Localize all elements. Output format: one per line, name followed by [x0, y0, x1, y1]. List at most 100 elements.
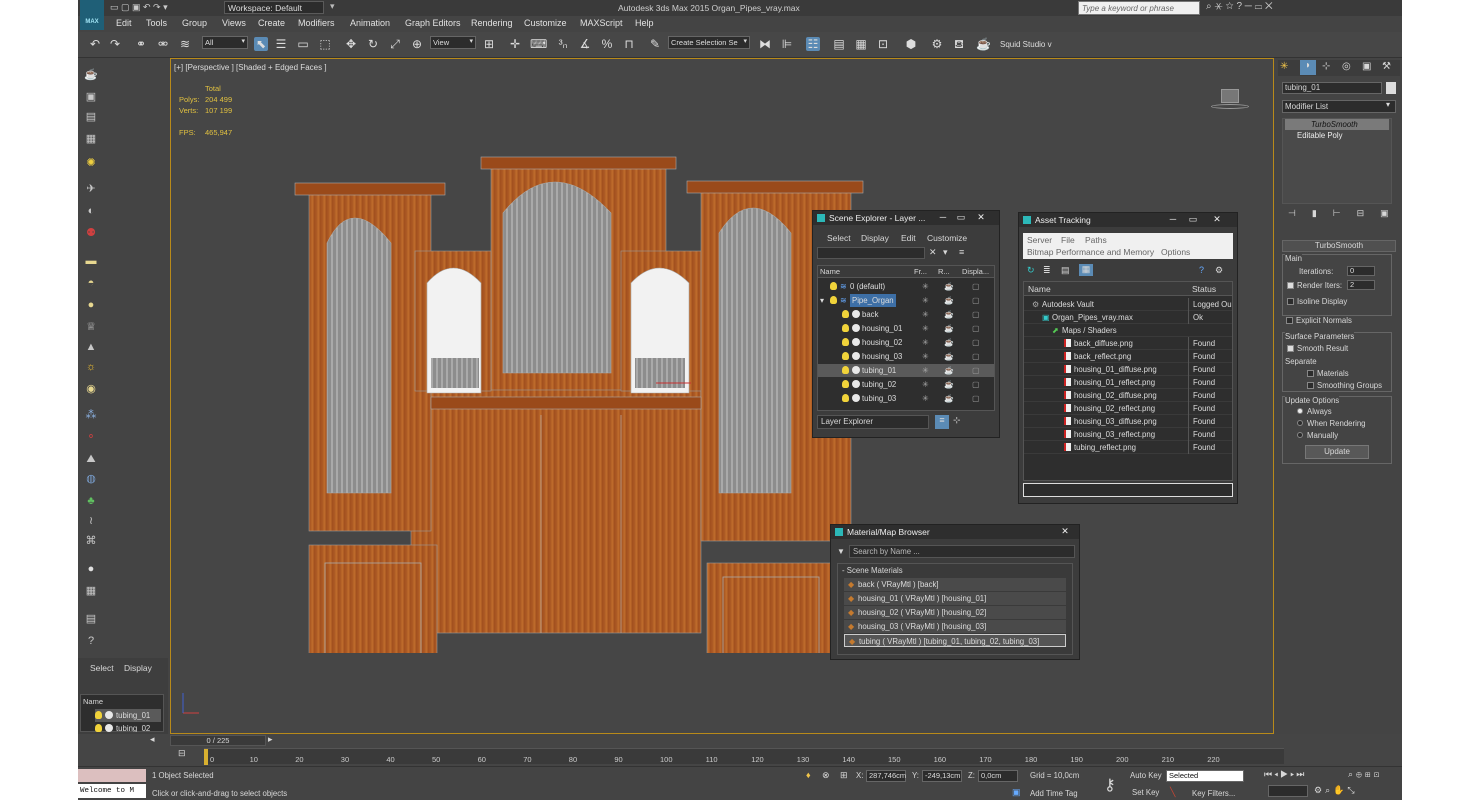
list-item[interactable]: tubing_01	[95, 709, 161, 722]
key-filter-icon[interactable]: ╲	[1170, 787, 1175, 798]
tab-select[interactable]: Select	[90, 663, 114, 673]
manually-radio[interactable]	[1297, 432, 1303, 438]
asset-row[interactable]: back_reflect.png Found	[1024, 350, 1232, 363]
freeze-icon[interactable]: ✳	[922, 336, 929, 349]
display-tab-icon[interactable]: ▣	[1362, 61, 1371, 72]
window-crossing-icon[interactable]: ⬚	[318, 37, 332, 51]
light-bulb-icon[interactable]	[842, 394, 849, 402]
rollout-turbosmooth[interactable]: TurboSmooth	[1282, 240, 1396, 252]
iterations-spinner[interactable]: 0	[1347, 266, 1375, 276]
percent-snap-icon[interactable]: %	[600, 37, 614, 51]
edit-named-selection-icon[interactable]: ✎	[648, 37, 662, 51]
x-coordinate-field[interactable]: 287,746cm	[866, 770, 906, 782]
mini-curve-editor-icon[interactable]: ⊟	[178, 748, 186, 759]
menu-display[interactable]: Display	[861, 233, 889, 243]
isolate-icon[interactable]: ⊗	[822, 770, 830, 781]
asset-row[interactable]: tubing_reflect.png Found	[1024, 441, 1232, 454]
asset-row[interactable]: housing_01_diffuse.png Found	[1024, 363, 1232, 376]
add-time-tag[interactable]: Add Time Tag	[1030, 789, 1078, 798]
renderable-icon[interactable]: ☕	[944, 336, 954, 349]
asset-row[interactable]: ▣ Organ_Pipes_vray.max Ok	[1024, 311, 1232, 324]
freeze-icon[interactable]: ✳	[922, 294, 929, 307]
scene-explorer-window[interactable]: Scene Explorer - Layer ... ─ ▭ ✕ Select …	[812, 210, 1000, 438]
light-bulb-icon[interactable]	[842, 352, 849, 360]
chevron-down-icon[interactable]: ▾	[1386, 100, 1390, 109]
modifier-list-dropdown[interactable]: Modifier List	[1282, 100, 1396, 113]
close-icon[interactable]: ✕	[975, 212, 987, 223]
asset-row[interactable]: housing_01_reflect.png Found	[1024, 376, 1232, 389]
key-filters-button[interactable]: Key Filters...	[1192, 789, 1235, 798]
freeze-icon[interactable]: ✳	[922, 350, 929, 363]
lock-icon[interactable]: ♦	[806, 770, 811, 780]
menu-customize[interactable]: Customize	[927, 233, 967, 243]
cone-icon[interactable]: ▲	[83, 340, 99, 354]
freeze-icon[interactable]: ✳	[922, 364, 929, 377]
light-bulb-icon[interactable]	[95, 724, 102, 732]
asset-row[interactable]: ⬈ Maps / Shaders	[1024, 324, 1232, 337]
light-bulb-icon[interactable]	[842, 310, 849, 318]
grid-icon[interactable]: ▦	[83, 132, 99, 146]
minimize-icon[interactable]: ─	[937, 212, 949, 222]
render-setup-icon[interactable]: ⚙	[930, 37, 944, 51]
when-rendering-radio[interactable]	[1297, 420, 1303, 426]
renderable-icon[interactable]: ☕	[944, 392, 954, 405]
pipe-organ-model[interactable]	[291, 153, 871, 653]
molecule-icon[interactable]: ⚬	[83, 430, 99, 444]
explorer-type-dropdown[interactable]: Layer Explorer	[817, 415, 929, 429]
select-manipulate-icon[interactable]: ✛	[508, 37, 522, 51]
material-search-input[interactable]: Search by Name ...	[849, 545, 1075, 558]
light-bulb-icon[interactable]	[842, 366, 849, 374]
absolute-mode-icon[interactable]: ⊞	[840, 770, 848, 781]
light-bulb-icon[interactable]	[842, 380, 849, 388]
scene-explorer-titlebar[interactable]: Scene Explorer - Layer ... ─ ▭ ✕	[813, 211, 999, 225]
renderable-icon[interactable]: ☕	[944, 294, 954, 307]
maximize-icon[interactable]: ▭	[1187, 214, 1199, 225]
tree-row[interactable]: ▾ ≋ Pipe_Organ ✳ ☕ ▢	[818, 294, 994, 307]
tab-display[interactable]: Display	[124, 663, 152, 673]
display-icon[interactable]: ▢	[972, 322, 979, 335]
renderable-icon[interactable]: ☕	[944, 350, 954, 363]
material-item[interactable]: ◆ back ( VRayMtl ) [back]	[844, 578, 1066, 591]
helper-icon[interactable]: ✈	[83, 182, 99, 196]
curve-editor-icon[interactable]: ⊡	[876, 37, 890, 51]
menu-edit[interactable]: Edit	[901, 233, 916, 243]
utilities-tab-icon[interactable]: ⚒	[1382, 61, 1391, 72]
scale-icon[interactable]: ⤢	[388, 37, 402, 51]
document-icon[interactable]: ▤	[83, 110, 99, 124]
renderable-icon[interactable]: ☕	[944, 378, 954, 391]
globe-icon[interactable]: ◍	[83, 472, 99, 486]
refresh-icon[interactable]: ↻	[1027, 265, 1035, 276]
select-object-icon[interactable]: ⬉	[254, 37, 268, 51]
display-icon[interactable]: ▢	[972, 308, 979, 321]
renderable-icon[interactable]: ☕	[944, 280, 954, 293]
move-icon[interactable]: ✥	[344, 37, 358, 51]
angle-snap-icon[interactable]: ∡	[578, 37, 592, 51]
quick-access-icons[interactable]: ▭ ▢ ▣ ↶ ↷ ▾	[110, 2, 168, 13]
light-bulb-icon[interactable]	[842, 338, 849, 346]
menu-modifiers[interactable]: Modifiers	[298, 18, 335, 28]
viewcube-icon[interactable]	[1211, 87, 1249, 115]
z-coordinate-field[interactable]: 0,0cm	[978, 770, 1018, 782]
auto-key-button[interactable]: Auto Key	[1130, 771, 1162, 780]
renderable-icon[interactable]: ☕	[944, 308, 954, 321]
frame-indicator[interactable]	[204, 749, 208, 765]
scene-explorer-icon[interactable]: ☷	[806, 37, 820, 51]
column-display[interactable]: Displa...	[962, 267, 989, 276]
close-icon[interactable]: ✕	[1059, 526, 1071, 537]
asset-tracking-titlebar[interactable]: Asset Tracking ─ ▭ ✕	[1019, 213, 1237, 227]
layers-icon[interactable]: ≡	[959, 247, 964, 257]
place-icon[interactable]: ⊕	[410, 37, 424, 51]
menu-customize[interactable]: Customize	[524, 18, 567, 28]
light-bulb-icon[interactable]	[830, 282, 837, 290]
light-bulb-icon[interactable]	[842, 324, 849, 332]
hair-icon[interactable]: ≀	[83, 514, 99, 528]
tree-row[interactable]: tubing_03 ✳ ☕ ▢	[818, 392, 994, 405]
script-icon[interactable]: ▤	[83, 612, 99, 626]
spinner-snap-icon[interactable]: ⊓	[622, 37, 636, 51]
playback-controls[interactable]: ⏮◂▶▸⏭	[1264, 769, 1306, 780]
display-icon[interactable]: ▢	[972, 350, 979, 363]
display-icon[interactable]: ▢	[972, 336, 979, 349]
tree-row[interactable]: housing_02 ✳ ☕ ▢	[818, 336, 994, 349]
settings-icon[interactable]: ⚙	[1215, 265, 1223, 276]
bind-spacewarp-icon[interactable]: ≋	[178, 37, 192, 51]
